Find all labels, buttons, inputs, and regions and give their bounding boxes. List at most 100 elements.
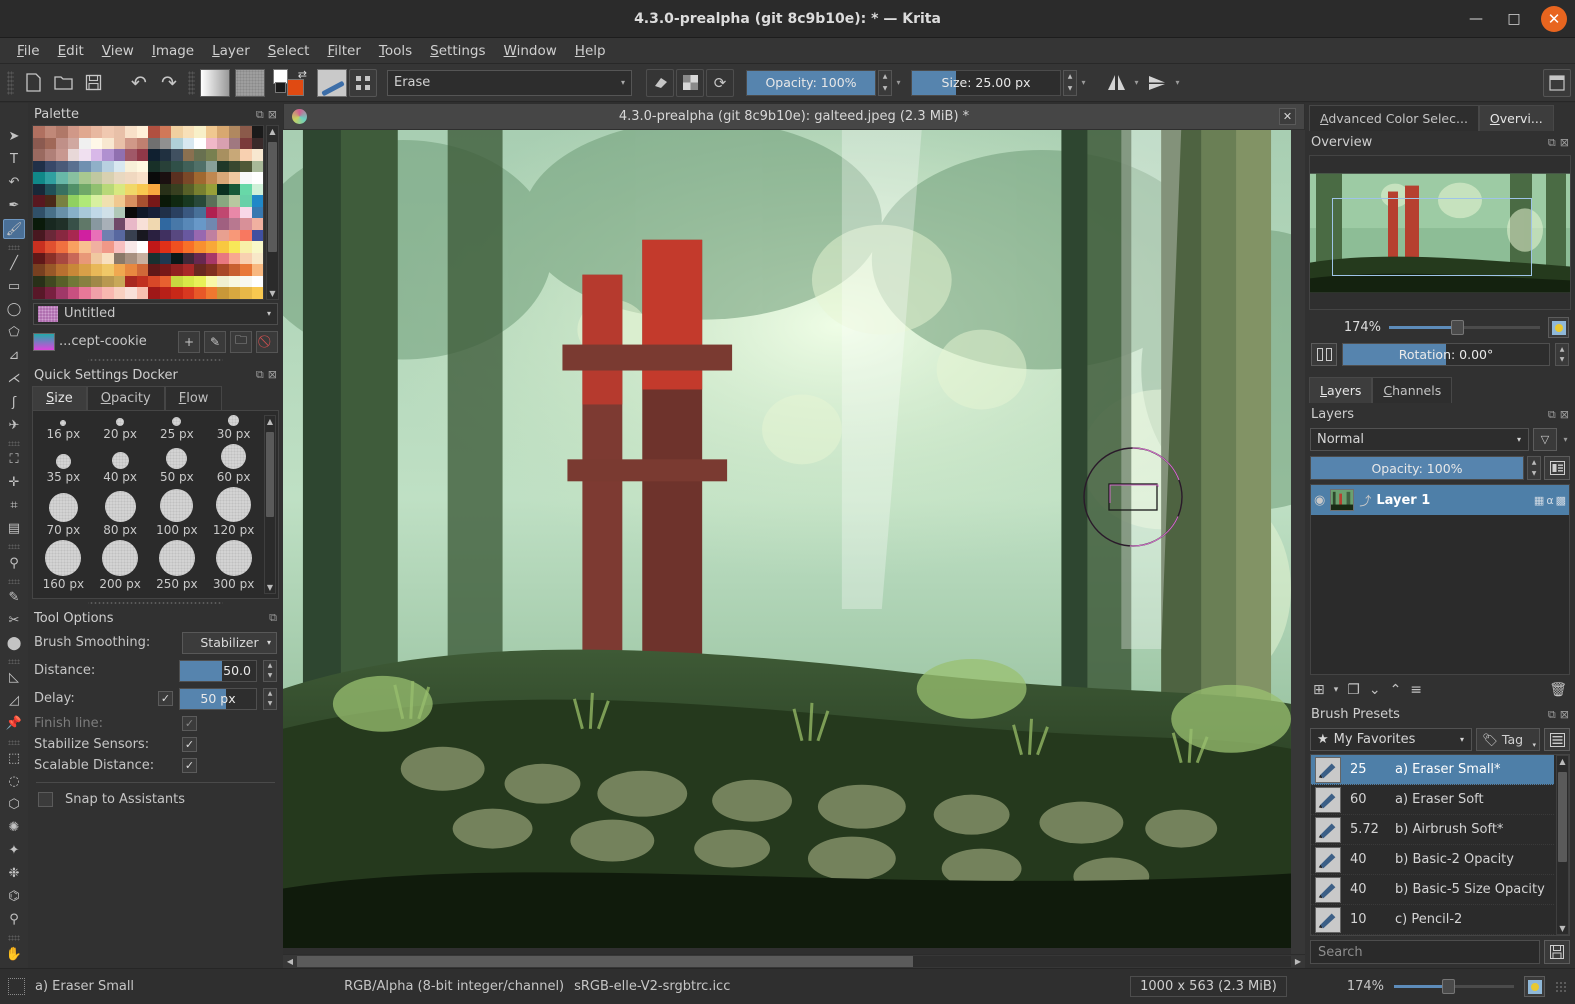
add-layer-dropdown[interactable]: ▾ <box>1334 685 1339 695</box>
brush-size-preset[interactable]: 35 px <box>35 444 92 487</box>
color-swatch[interactable] <box>113 229 125 241</box>
color-swatch[interactable] <box>251 149 263 161</box>
menu-view[interactable]: View <box>93 40 143 62</box>
overview-thumbnail[interactable] <box>1309 155 1571 310</box>
color-swatch[interactable] <box>125 126 137 138</box>
float-docker-icon[interactable]: ⧉ <box>1548 708 1556 722</box>
layer-onion-icon[interactable]: ▦ <box>1534 494 1544 507</box>
close-document-button[interactable]: ✕ <box>1279 108 1296 125</box>
edit-palette-button[interactable]: ✎ <box>204 330 226 353</box>
color-swatch[interactable] <box>56 172 68 184</box>
rectangular-selection-tool[interactable]: ⬚ <box>3 749 25 768</box>
color-swatch[interactable] <box>182 241 194 253</box>
color-swatch[interactable] <box>159 252 171 264</box>
color-swatch[interactable] <box>159 229 171 241</box>
mirror-vertical-icon[interactable] <box>1143 69 1171 97</box>
color-swatch[interactable] <box>205 264 217 276</box>
color-swatch[interactable] <box>136 183 148 195</box>
color-swatch[interactable] <box>102 172 114 184</box>
alpha-icon[interactable] <box>676 68 704 97</box>
ellipse-tool[interactable]: ◯ <box>3 300 25 319</box>
stabilize-sensors-checkbox[interactable]: ✓ <box>182 736 197 752</box>
float-docker-icon[interactable]: ⧉ <box>1548 408 1556 422</box>
color-swatch[interactable] <box>205 275 217 287</box>
layer-opacity-slider[interactable]: Opacity: 100% <box>1310 456 1524 480</box>
color-swatch[interactable] <box>33 264 45 276</box>
color-swatch[interactable] <box>240 287 252 299</box>
color-swatch[interactable] <box>102 241 114 253</box>
choose-workspace-icon[interactable] <box>1543 68 1571 97</box>
color-swatch[interactable] <box>228 206 240 218</box>
delete-palette-button[interactable]: ⃠ <box>256 330 278 353</box>
crop-tool[interactable]: ⌗ <box>3 496 25 515</box>
color-swatch[interactable] <box>56 206 68 218</box>
color-swatch[interactable] <box>228 160 240 172</box>
color-swatch[interactable] <box>90 183 102 195</box>
brush-size-preset[interactable]: 20 px <box>92 415 149 444</box>
color-swatch[interactable] <box>125 218 137 230</box>
colorize-mask-tool[interactable]: ✎ <box>3 588 25 607</box>
reset-zoom-icon[interactable] <box>1548 317 1569 338</box>
menu-edit[interactable]: Edit <box>49 40 93 62</box>
close-button[interactable]: ✕ <box>1541 6 1567 32</box>
color-swatch[interactable] <box>44 206 56 218</box>
color-swatch[interactable] <box>171 137 183 149</box>
color-swatch[interactable] <box>148 172 160 184</box>
color-swatch[interactable] <box>251 183 263 195</box>
scroll-down-icon[interactable]: ▼ <box>267 289 278 298</box>
color-swatch[interactable] <box>136 252 148 264</box>
tab-channels[interactable]: Channels <box>1372 377 1453 403</box>
color-swatch[interactable] <box>251 252 263 264</box>
float-docker-icon[interactable]: ⧉ <box>256 368 264 382</box>
color-swatch[interactable] <box>44 264 56 276</box>
color-swatch[interactable] <box>228 149 240 161</box>
color-swatch[interactable] <box>136 195 148 207</box>
layer-blend-mode-selector[interactable]: Normal ▾ <box>1310 428 1529 451</box>
color-swatch[interactable] <box>228 183 240 195</box>
edit-shapes-tool[interactable]: ↶ <box>3 173 25 192</box>
menu-tools[interactable]: Tools <box>370 40 421 62</box>
color-swatch[interactable] <box>240 183 252 195</box>
color-swatch[interactable] <box>79 241 91 253</box>
color-swatch[interactable] <box>90 206 102 218</box>
color-swatch[interactable] <box>159 241 171 253</box>
minimize-button[interactable]: — <box>1465 8 1487 30</box>
color-swatch[interactable] <box>102 252 114 264</box>
size-slider[interactable]: Size: 25.00 px <box>911 69 1061 96</box>
brush-preset-item[interactable]: 25 a) Eraser Small* <box>1311 755 1554 785</box>
color-swatch[interactable] <box>159 195 171 207</box>
color-swatch[interactable] <box>90 241 102 253</box>
color-swatch[interactable] <box>205 229 217 241</box>
color-swatch[interactable] <box>182 287 194 299</box>
brush-size-preset[interactable]: 120 px <box>205 486 262 540</box>
move-tool[interactable]: ✛ <box>3 473 25 492</box>
color-swatch[interactable] <box>79 126 91 138</box>
brush-size-preset[interactable]: 50 px <box>149 444 206 487</box>
list-view-icon[interactable] <box>1544 728 1570 751</box>
color-swatch[interactable] <box>194 172 206 184</box>
overview-viewport-rect[interactable] <box>1332 198 1532 276</box>
color-swatch[interactable] <box>171 241 183 253</box>
color-swatch[interactable] <box>113 287 125 299</box>
close-docker-icon[interactable]: ⊠ <box>1560 136 1569 150</box>
color-swatch[interactable] <box>44 195 56 207</box>
add-palette-button[interactable]: + <box>178 330 200 353</box>
scroll-right-icon[interactable]: ▶ <box>1291 957 1305 966</box>
tab-layers[interactable]: Layers <box>1309 377 1373 403</box>
color-swatch[interactable] <box>102 183 114 195</box>
color-swatch[interactable] <box>113 195 125 207</box>
color-swatch[interactable] <box>90 137 102 149</box>
color-swatch[interactable] <box>159 126 171 138</box>
color-swatch[interactable] <box>136 218 148 230</box>
selection-mask-icon[interactable] <box>8 978 25 995</box>
color-swatch[interactable] <box>136 126 148 138</box>
menu-layer[interactable]: Layer <box>203 40 259 62</box>
gradient-swatch[interactable] <box>200 68 230 97</box>
delay-checkbox[interactable]: ✓ <box>158 691 173 706</box>
add-layer-button[interactable]: ⊞ <box>1313 682 1325 698</box>
layer-visibility-icon[interactable]: ◉ <box>1314 493 1325 508</box>
pan-tool[interactable]: ✋ <box>3 945 25 964</box>
color-swatch[interactable] <box>44 275 56 287</box>
color-swatch[interactable] <box>240 172 252 184</box>
duplicate-layer-button[interactable]: ❐ <box>1347 682 1360 698</box>
